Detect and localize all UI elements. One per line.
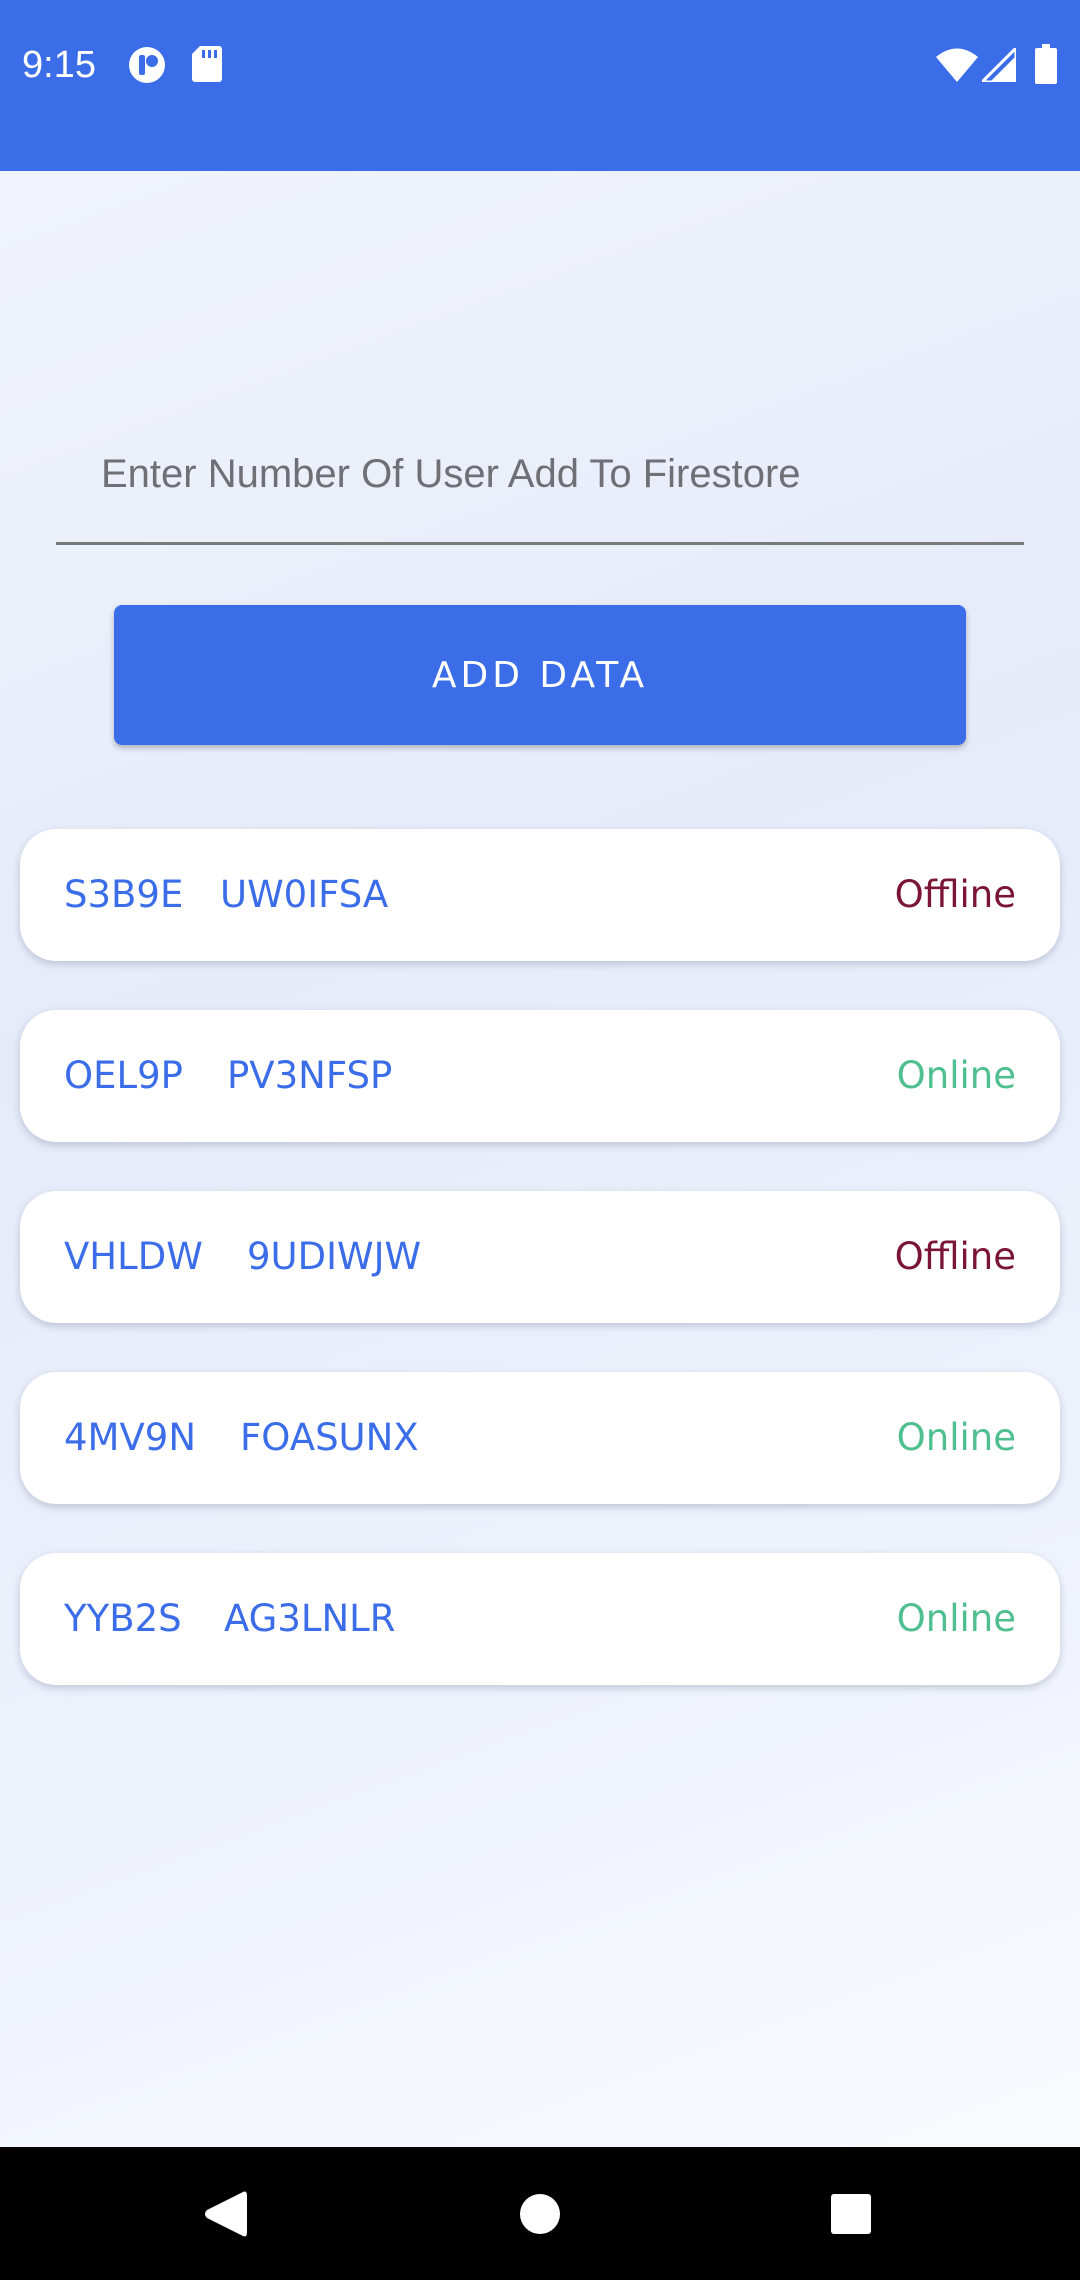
user-status: Online [896, 1597, 1016, 1640]
user-count-input[interactable] [56, 421, 1024, 542]
sd-card-icon [192, 46, 222, 86]
user-card[interactable]: YYB2S AG3LNLR Online [20, 1553, 1060, 1685]
user-count-field[interactable] [56, 421, 1024, 545]
user-card[interactable]: OEL9P PV3NFSP Online [20, 1010, 1060, 1142]
home-icon [520, 2193, 560, 2234]
back-button[interactable] [180, 2147, 270, 2280]
user-card[interactable]: VHLDW 9UDIWJW Offline [20, 1191, 1060, 1323]
app-screen: 9:15 Enter Number Of User Add To Firesto… [0, 0, 1080, 2280]
navigation-bar [0, 2147, 1080, 2280]
add-data-button[interactable]: ADD DATA [114, 605, 966, 745]
user-status: Offline [894, 873, 1016, 916]
user-name: AG3LNLR [224, 1597, 396, 1640]
back-icon [205, 2191, 247, 2236]
user-name: PV3NFSP [227, 1054, 393, 1097]
user-id: VHLDW [64, 1235, 203, 1278]
user-name: UW0IFSA [220, 873, 389, 916]
user-status: Online [896, 1416, 1016, 1459]
home-button[interactable] [495, 2147, 585, 2280]
signal-icon [978, 44, 1018, 86]
recents-button[interactable] [806, 2147, 896, 2280]
user-status: Online [896, 1054, 1016, 1097]
status-time: 9:15 [22, 44, 96, 86]
user-id: S3B9E [64, 873, 184, 916]
user-status: Offline [894, 1235, 1016, 1278]
wifi-icon [936, 48, 978, 86]
user-card[interactable]: 4MV9N FOASUNX Online [20, 1372, 1060, 1504]
main-content: ADD DATA S3B9E UW0IFSA Offline OEL9P PV3… [0, 171, 1080, 2147]
notification-app-icon [128, 46, 166, 88]
battery-icon [1035, 44, 1057, 88]
user-card[interactable]: S3B9E UW0IFSA Offline [20, 829, 1060, 961]
user-id: YYB2S [64, 1597, 182, 1640]
user-name: FOASUNX [240, 1416, 419, 1459]
recents-icon [831, 2193, 871, 2234]
user-id: OEL9P [64, 1054, 183, 1097]
user-id: 4MV9N [64, 1416, 196, 1459]
user-name: 9UDIWJW [247, 1235, 422, 1278]
status-bar: 9:15 [0, 0, 1080, 171]
